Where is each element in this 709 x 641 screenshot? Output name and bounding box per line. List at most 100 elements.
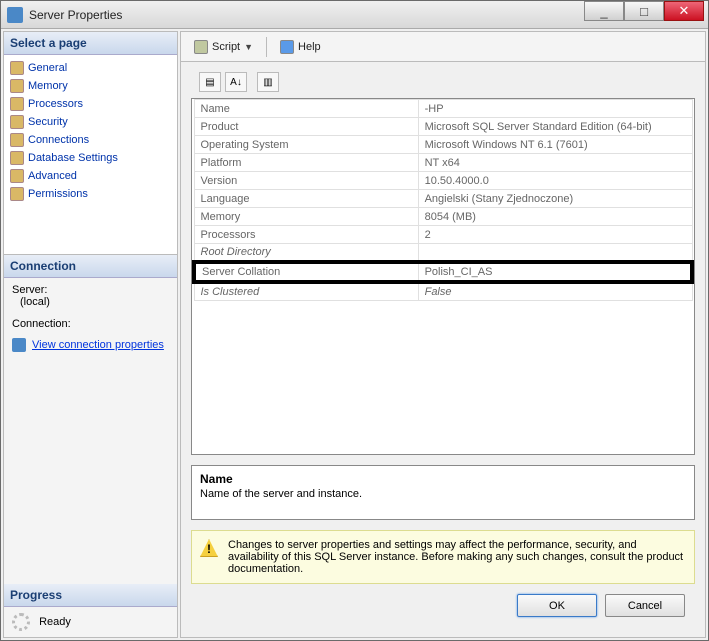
page-label: Processors [28, 98, 83, 110]
page-icon [10, 151, 24, 165]
property-key: Memory [194, 208, 418, 226]
description-box: Name Name of the server and instance. [191, 465, 695, 520]
maximize-button[interactable]: □ [624, 1, 664, 21]
page-icon [10, 97, 24, 111]
property-key: Processors [194, 226, 418, 244]
progress-header: Progress [4, 584, 177, 607]
property-value: 8054 (MB) [418, 208, 692, 226]
button-bar: OK Cancel [191, 584, 695, 627]
content-area: ▤ A↓ ▥ Name-HPProductMicrosoft SQL Serve… [181, 62, 705, 637]
property-value: Microsoft SQL Server Standard Edition (6… [418, 118, 692, 136]
chevron-down-icon: ▼ [244, 42, 253, 52]
window-title: Server Properties [29, 8, 122, 22]
description-text: Name of the server and instance. [200, 488, 686, 500]
help-icon [280, 40, 294, 54]
property-row[interactable]: Name-HP [194, 100, 692, 118]
link-text: View connection properties [32, 339, 164, 351]
property-key: Product [194, 118, 418, 136]
cancel-button[interactable]: Cancel [605, 594, 685, 617]
property-grid[interactable]: Name-HPProductMicrosoft SQL Server Stand… [191, 98, 695, 455]
description-title: Name [200, 472, 686, 486]
link-icon [12, 338, 26, 352]
property-row[interactable]: ProductMicrosoft SQL Server Standard Edi… [194, 118, 692, 136]
separator [266, 37, 267, 57]
connection-section: Server: (local) Connection: View connect… [4, 278, 177, 584]
server-properties-window: Server Properties _ □ ✕ Select a page Ge… [0, 0, 709, 641]
property-row[interactable]: PlatformNT x64 [194, 154, 692, 172]
property-value: 10.50.4000.0 [418, 172, 692, 190]
property-value: Angielski (Stany Zjednoczone) [418, 190, 692, 208]
page-label: Memory [28, 80, 68, 92]
close-button[interactable]: ✕ [664, 1, 704, 21]
minimize-button[interactable]: _ [584, 1, 624, 21]
page-item-database-settings[interactable]: Database Settings [8, 149, 173, 167]
page-item-security[interactable]: Security [8, 113, 173, 131]
property-value: 2 [418, 226, 692, 244]
page-icon [10, 169, 24, 183]
property-row[interactable]: Processors2 [194, 226, 692, 244]
page-label: Advanced [28, 170, 77, 182]
progress-status: Ready [39, 616, 71, 628]
property-key: Server Collation [194, 262, 418, 282]
property-value: NT x64 [418, 154, 692, 172]
titlebar[interactable]: Server Properties _ □ ✕ [1, 1, 708, 29]
sort-button[interactable]: A↓ [225, 72, 247, 92]
grid-tools: ▤ A↓ ▥ [199, 72, 695, 92]
property-pages-button[interactable]: ▥ [257, 72, 279, 92]
progress-spinner-icon [12, 613, 30, 631]
warning-text: Changes to server properties and setting… [228, 539, 686, 575]
page-label: Security [28, 116, 68, 128]
page-icon [10, 115, 24, 129]
categorize-button[interactable]: ▤ [199, 72, 221, 92]
property-key: Root Directory [194, 244, 418, 263]
property-key: Version [194, 172, 418, 190]
app-icon [7, 7, 23, 23]
property-row[interactable]: Version10.50.4000.0 [194, 172, 692, 190]
page-item-processors[interactable]: Processors [8, 95, 173, 113]
select-page-header: Select a page [4, 32, 177, 55]
server-value: (local) [20, 296, 169, 308]
property-value: Polish_CI_AS [418, 262, 692, 282]
property-value: Microsoft Windows NT 6.1 (7601) [418, 136, 692, 154]
property-value: False [418, 282, 692, 301]
warning-icon: ! [200, 539, 218, 557]
property-row[interactable]: Root Directory [194, 244, 692, 263]
page-list: General Memory Processors Security Conne… [4, 55, 177, 255]
script-icon [194, 40, 208, 54]
page-icon [10, 133, 24, 147]
server-label: Server: [12, 284, 169, 296]
property-key: Platform [194, 154, 418, 172]
page-icon [10, 61, 24, 75]
page-icon [10, 79, 24, 93]
page-item-memory[interactable]: Memory [8, 77, 173, 95]
page-item-advanced[interactable]: Advanced [8, 167, 173, 185]
main-panel: Script ▼ Help ▤ A↓ ▥ Name-HPProductMi [180, 31, 706, 638]
script-button[interactable]: Script ▼ [187, 37, 260, 57]
page-item-connections[interactable]: Connections [8, 131, 173, 149]
connection-header: Connection [4, 255, 177, 278]
property-key: Operating System [194, 136, 418, 154]
help-label: Help [298, 41, 321, 53]
property-row[interactable]: Operating SystemMicrosoft Windows NT 6.1… [194, 136, 692, 154]
page-item-general[interactable]: General [8, 59, 173, 77]
page-item-permissions[interactable]: Permissions [8, 185, 173, 203]
toolbar: Script ▼ Help [181, 32, 705, 62]
page-icon [10, 187, 24, 201]
connection-label: Connection: [12, 318, 169, 330]
property-value: -HP [418, 100, 692, 118]
page-label: General [28, 62, 67, 74]
sidebar: Select a page General Memory Processors … [3, 31, 178, 638]
property-key: Language [194, 190, 418, 208]
property-row[interactable]: LanguageAngielski (Stany Zjednoczone) [194, 190, 692, 208]
property-value [418, 244, 692, 263]
page-label: Database Settings [28, 152, 118, 164]
property-row[interactable]: Server CollationPolish_CI_AS [194, 262, 692, 282]
property-key: Is Clustered [194, 282, 418, 301]
script-label: Script [212, 41, 240, 53]
property-row[interactable]: Memory8054 (MB) [194, 208, 692, 226]
view-connection-properties-link[interactable]: View connection properties [12, 338, 169, 352]
warning-box: ! Changes to server properties and setti… [191, 530, 695, 584]
property-row[interactable]: Is ClusteredFalse [194, 282, 692, 301]
ok-button[interactable]: OK [517, 594, 597, 617]
help-button[interactable]: Help [273, 37, 328, 57]
